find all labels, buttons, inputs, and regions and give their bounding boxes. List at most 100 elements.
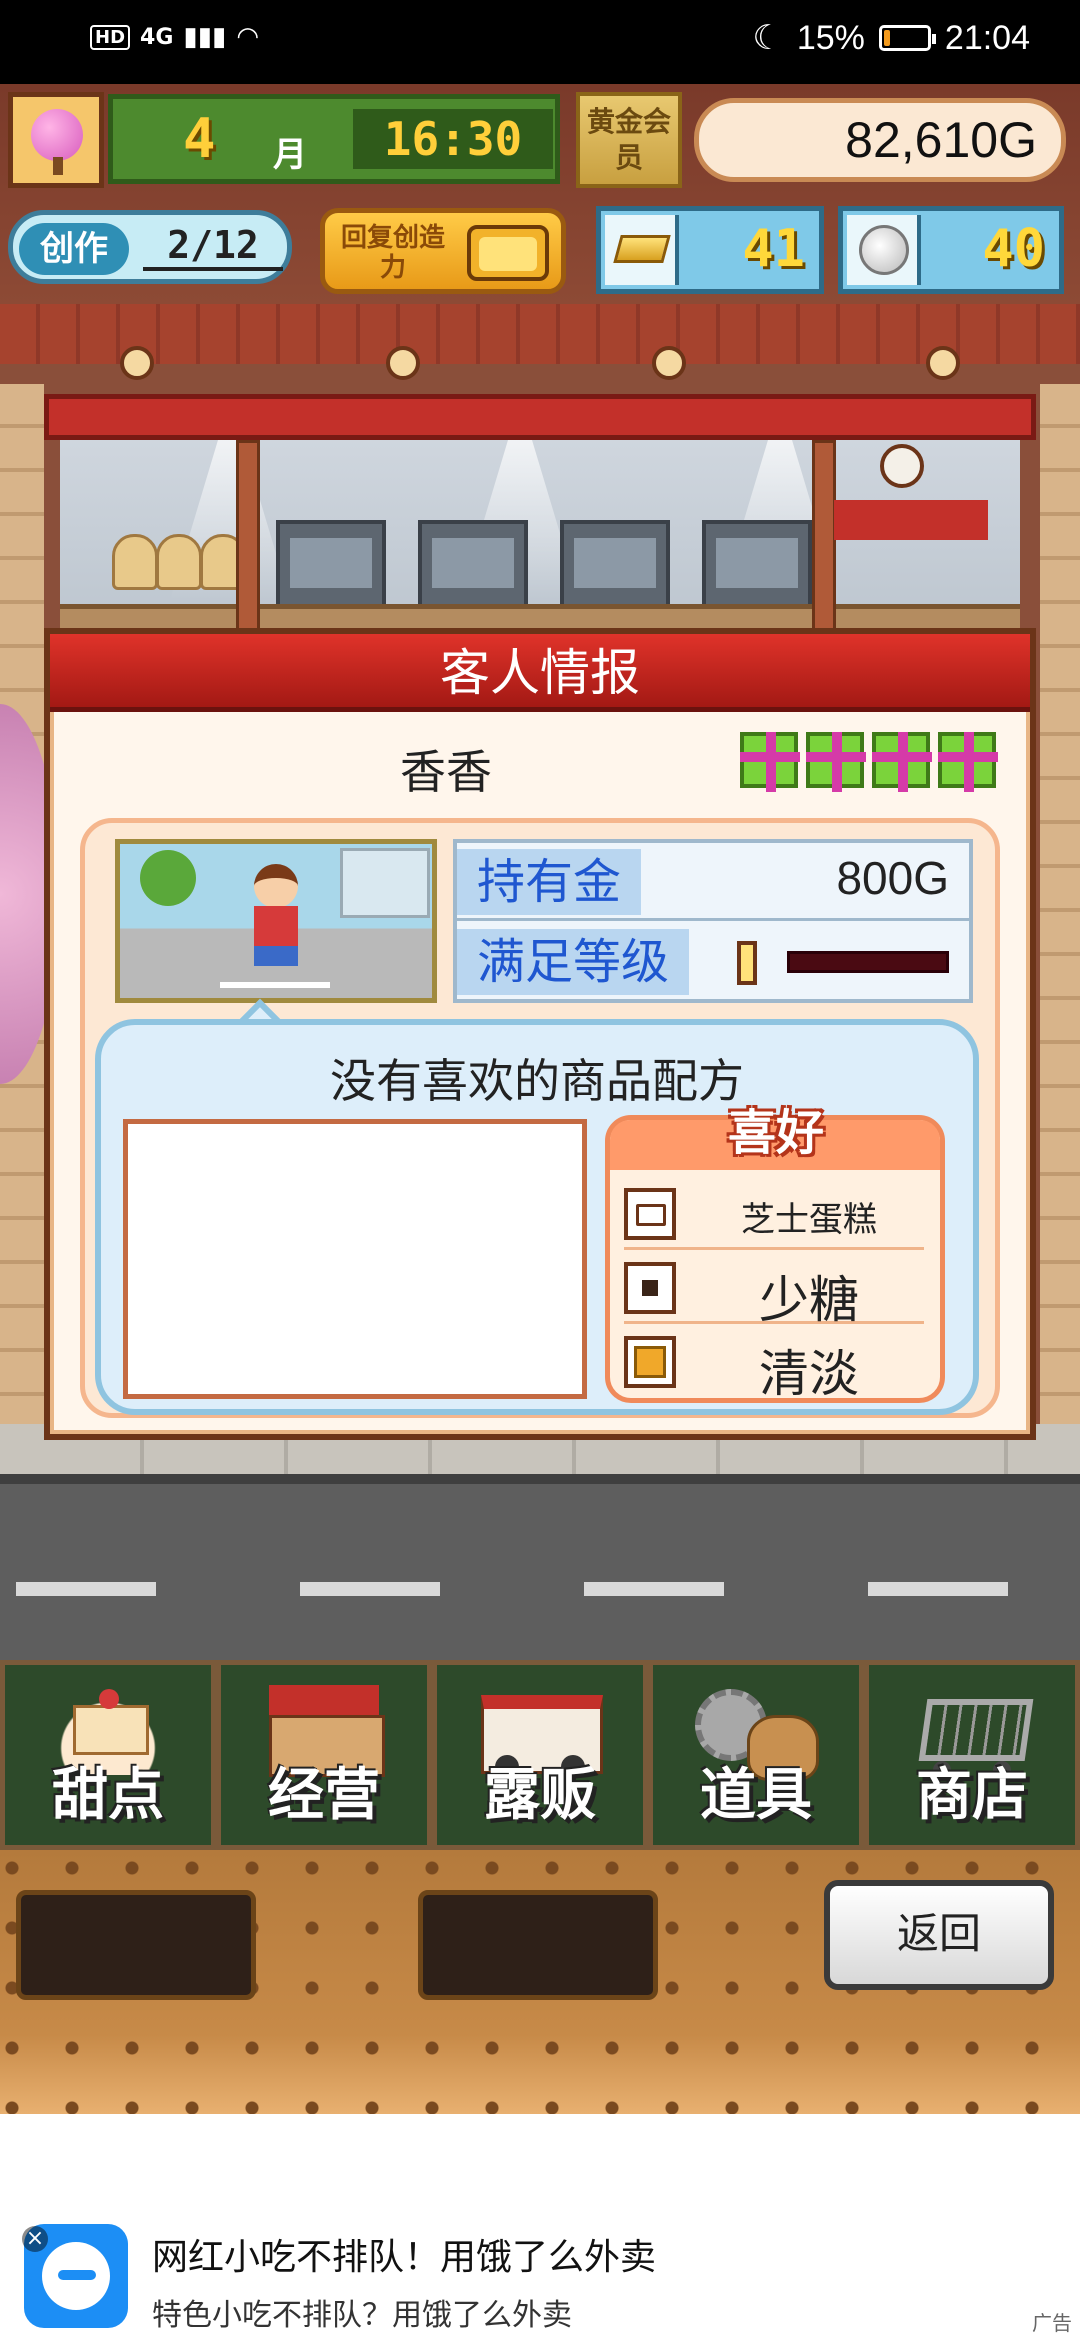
ad-subtitle[interactable]: 特色小吃不排队？用饿了么外卖 xyxy=(152,2290,572,2334)
customer-head xyxy=(254,864,298,908)
oven xyxy=(560,520,670,610)
customer-body xyxy=(254,906,298,966)
oven xyxy=(418,520,528,610)
back-button[interactable]: 返回 xyxy=(824,1880,1054,1990)
battery-percent: 15% xyxy=(796,18,865,57)
recover-label: 回复创造力 xyxy=(340,223,445,283)
portrait-tree xyxy=(140,850,196,906)
roof-awning xyxy=(0,304,1080,364)
gold-bar-icon-frame xyxy=(605,215,679,285)
side-awning xyxy=(834,500,988,540)
create-label: 创作 xyxy=(19,223,129,275)
tv-icon xyxy=(467,225,549,281)
ad-title[interactable]: 网红小吃不排队！用饿了么外卖 xyxy=(152,2228,656,2280)
wifi-icon: ◠ xyxy=(236,22,260,52)
menu-label: 经营 xyxy=(268,1763,380,1828)
empty-slot[interactable] xyxy=(418,1890,658,2000)
portrait-road-line xyxy=(220,982,330,988)
silver-coin-counter[interactable]: 40 xyxy=(838,206,1064,294)
dialog-title: 客人情报 xyxy=(50,634,1030,712)
stat-table: 持有金 800G 满足等级 xyxy=(453,839,973,1003)
close-icon[interactable]: × xyxy=(22,2226,48,2252)
preference-text: 清淡 xyxy=(759,1345,859,1403)
preference-text: 芝士蛋糕 xyxy=(741,1200,877,1240)
gift-icon xyxy=(740,732,800,792)
gold-bar-counter[interactable]: 41 xyxy=(596,206,824,294)
preferences-title: 喜好 xyxy=(727,1105,824,1161)
lamp-icon xyxy=(926,346,960,380)
customer-portrait xyxy=(115,839,437,1003)
menu-dessert-button[interactable]: 甜点 xyxy=(0,1660,216,1850)
game-screen: 4 月 16:30 黄金会员 82,610G 创作 2/12 回复创造力 41 … xyxy=(0,84,1080,2114)
square-icon xyxy=(624,1262,676,1314)
money-row: 持有金 800G xyxy=(457,843,969,921)
bread-icon xyxy=(156,534,202,590)
preference-item: 清淡 xyxy=(624,1326,924,1403)
money-display: 82,610G xyxy=(694,98,1066,182)
gift-icon xyxy=(938,732,998,792)
cherry-tree-icon xyxy=(31,109,83,161)
gold-bar-count: 41 xyxy=(742,219,805,279)
oven xyxy=(702,520,812,610)
ad-banner[interactable]: × 网红小吃不排队！用饿了么外卖 特色小吃不排队？用饿了么外卖 广告 xyxy=(0,2114,1080,2340)
customer-detail-panel: 持有金 800G 满足等级 没有喜欢的商品配方 喜好 芝士蛋糕 少糖 清淡 xyxy=(80,818,1000,1418)
money-value: 800G xyxy=(836,852,949,904)
bottom-bar: 返回 xyxy=(0,1850,1080,2114)
satisfaction-bar xyxy=(787,951,949,973)
create-counter[interactable]: 创作 2/12 xyxy=(8,210,292,284)
hd-indicator: HD xyxy=(90,24,131,50)
main-menu: 甜点 经营 露贩 道具 商店 xyxy=(0,1660,1080,1850)
menu-label: 商店 xyxy=(916,1763,1028,1828)
gift-row xyxy=(740,732,998,792)
avatar[interactable] xyxy=(8,92,104,188)
recover-creativity-button[interactable]: 回复创造力 xyxy=(320,208,566,294)
right-wall xyxy=(1040,384,1080,1484)
tree-trunk xyxy=(53,157,63,175)
logo-glyph xyxy=(42,2242,110,2310)
shop-sign-board xyxy=(44,394,1036,440)
oven xyxy=(276,520,386,610)
menu-store-button[interactable]: 商店 xyxy=(864,1660,1080,1850)
lamp-icon xyxy=(120,346,154,380)
folder-icon xyxy=(624,1188,676,1240)
preference-item: 少糖 xyxy=(624,1252,924,1329)
recipe-box xyxy=(123,1119,587,1399)
status-time: 21:04 xyxy=(944,18,1030,57)
silver-coin-icon xyxy=(859,225,909,275)
menu-stall-button[interactable]: 露贩 xyxy=(432,1660,648,1850)
menu-items-button[interactable]: 道具 xyxy=(648,1660,864,1850)
status-left: HD 4G ▮▮▮ ◠ xyxy=(90,22,259,52)
road-line xyxy=(868,1582,1008,1596)
road-line xyxy=(16,1582,156,1596)
battery-fill xyxy=(883,30,890,46)
empty-slot[interactable] xyxy=(16,1890,256,2000)
status-bar: HD 4G ▮▮▮ ◠ ☾ 15% 21:04 xyxy=(0,0,1080,84)
customer-name: 香香 xyxy=(400,745,492,799)
bread-icon xyxy=(112,534,158,590)
preference-text: 少糖 xyxy=(759,1271,859,1329)
menu-label: 道具 xyxy=(700,1763,812,1828)
menu-manage-button[interactable]: 经营 xyxy=(216,1660,432,1850)
silver-coin-count: 40 xyxy=(982,219,1045,279)
silver-coin-icon-frame xyxy=(847,215,921,285)
satisfaction-row: 满足等级 xyxy=(457,923,969,1001)
road-line xyxy=(584,1582,724,1596)
status-right: ☾ 15% 21:04 xyxy=(752,18,1030,58)
lamp-icon xyxy=(652,346,686,380)
signal-icon: ▮▮▮ xyxy=(183,22,227,52)
satisfaction-marker xyxy=(737,941,757,985)
gold-bar-icon xyxy=(613,235,671,263)
create-count: 2/12 xyxy=(143,223,283,271)
preference-item: 芝士蛋糕 xyxy=(624,1178,924,1250)
moon-icon: ☾ xyxy=(752,19,783,57)
game-clock: 16:30 xyxy=(353,109,553,169)
top-hud: 4 月 16:30 黄金会员 82,610G 创作 2/12 回复创造力 41 … xyxy=(0,84,1080,304)
money-label: 持有金 xyxy=(457,849,642,915)
date-display: 4 月 16:30 xyxy=(108,94,560,184)
speech-bubble: 没有喜欢的商品配方 喜好 芝士蛋糕 少糖 清淡 xyxy=(95,1019,979,1415)
gift-icon xyxy=(806,732,866,792)
road-line xyxy=(300,1582,440,1596)
lamp-icon xyxy=(386,346,420,380)
ad-tag: 广告 xyxy=(1032,2311,1072,2335)
gold-member-badge[interactable]: 黄金会员 xyxy=(576,92,682,188)
